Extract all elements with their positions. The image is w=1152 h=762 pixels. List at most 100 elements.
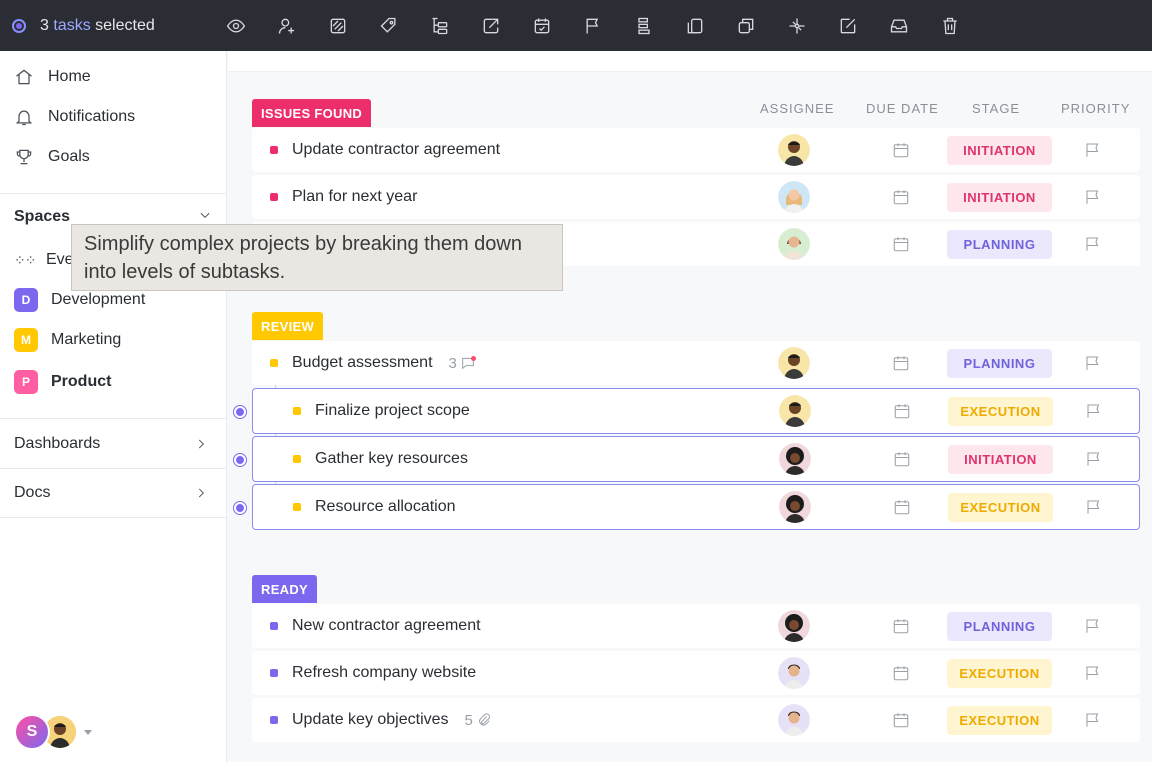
table-row[interactable]: Finalize project scope EXECUTION [252, 388, 1140, 434]
edit-icon[interactable] [836, 14, 860, 38]
flag-icon[interactable] [1084, 617, 1102, 635]
task-name[interactable]: Gather key resources [315, 450, 468, 468]
stage-badge[interactable]: PLANNING [947, 349, 1052, 378]
calendar-icon[interactable] [893, 498, 911, 516]
status-badge[interactable]: READY [252, 575, 318, 603]
flag-icon[interactable] [1084, 354, 1102, 372]
flag-icon[interactable] [1085, 498, 1103, 516]
table-row[interactable]: Budget assessment 3 PLANNING [252, 341, 1140, 385]
stage-badge[interactable]: INITIATION [947, 183, 1052, 212]
table-row[interactable]: New contractor agreement PLANNING [252, 604, 1140, 648]
avatar[interactable] [778, 228, 810, 260]
column-header-priority[interactable]: PRIORITY [1061, 101, 1130, 116]
sidebar-item-home[interactable]: Home [0, 57, 226, 97]
calendar-icon[interactable] [892, 711, 910, 729]
table-row[interactable]: Gather key resources INITIATION [252, 436, 1140, 482]
table-row[interactable]: Update key objectives 5 EXECUTION [252, 698, 1140, 742]
comment-count[interactable]: 3 [449, 355, 476, 372]
sidebar-item-product[interactable]: P Product [0, 362, 226, 402]
row-select-radio[interactable] [233, 501, 247, 515]
flag-icon[interactable] [1084, 188, 1102, 206]
flag-icon[interactable] [1085, 402, 1103, 420]
eye-icon[interactable] [224, 14, 248, 38]
calendar-icon[interactable] [892, 141, 910, 159]
task-list: ASSIGNEE DUE DATE STAGE PRIORITY ISSUES … [228, 51, 1152, 762]
flag-icon[interactable] [1084, 141, 1102, 159]
sidebar-item-docs[interactable]: Docs [0, 468, 226, 518]
avatar[interactable] [779, 443, 811, 475]
calendar-icon[interactable] [892, 235, 910, 253]
avatar[interactable] [778, 610, 810, 642]
duplicate-icon[interactable] [683, 14, 707, 38]
copy-icon[interactable] [734, 14, 758, 38]
sidebar-item-label: Product [51, 373, 112, 390]
task-name[interactable]: Finalize project scope [315, 402, 470, 420]
task-name[interactable]: New contractor agreement [292, 617, 481, 635]
user-menu[interactable]: S [14, 714, 92, 750]
avatar[interactable] [778, 347, 810, 379]
table-row[interactable]: Resource allocation EXECUTION [252, 484, 1140, 530]
move-icon[interactable] [479, 14, 503, 38]
calendar-icon[interactable] [892, 354, 910, 372]
task-name[interactable]: Plan for next year [292, 188, 417, 206]
tag-icon[interactable] [326, 14, 350, 38]
calendar-icon[interactable] [892, 188, 910, 206]
flag-icon[interactable] [1084, 664, 1102, 682]
status-badge[interactable]: ISSUES FOUND [252, 99, 372, 127]
calendar-check-icon[interactable] [530, 14, 554, 38]
subtask-tree-icon[interactable] [428, 14, 452, 38]
table-row[interactable]: Plan for next year INITIATION [252, 175, 1140, 219]
sidebar-item-marketing[interactable]: M Marketing [0, 320, 226, 360]
avatar[interactable] [778, 134, 810, 166]
sidebar-item-label: Home [48, 68, 91, 85]
flag-icon[interactable] [1084, 235, 1102, 253]
avatar[interactable] [779, 491, 811, 523]
task-name[interactable]: Resource allocation [315, 498, 456, 516]
sidebar-item-dashboards[interactable]: Dashboards [0, 418, 226, 468]
sidebar-item-goals[interactable]: Goals [0, 137, 226, 177]
flag-icon[interactable] [1084, 711, 1102, 729]
avatar[interactable] [778, 704, 810, 736]
column-header-assignee[interactable]: ASSIGNEE [760, 101, 834, 116]
selection-indicator[interactable]: 3 tasks selected [12, 17, 222, 35]
avatar[interactable] [778, 657, 810, 689]
stage-badge[interactable]: EXECUTION [947, 706, 1052, 735]
task-name[interactable]: Update key objectives [292, 711, 449, 729]
assign-user-icon[interactable] [275, 14, 299, 38]
priority-stack-icon[interactable] [632, 14, 656, 38]
row-select-radio[interactable] [233, 405, 247, 419]
stage-badge[interactable]: EXECUTION [947, 659, 1052, 688]
stage-badge[interactable]: EXECUTION [948, 397, 1053, 426]
archive-icon[interactable] [887, 14, 911, 38]
flag-icon[interactable] [1085, 450, 1103, 468]
status-badge[interactable]: REVIEW [252, 312, 324, 340]
task-name[interactable]: Update contractor agreement [292, 141, 500, 159]
row-select-radio[interactable] [233, 453, 247, 467]
task-name[interactable]: Refresh company website [292, 664, 476, 682]
task-name[interactable]: Budget assessment [292, 354, 433, 372]
calendar-icon[interactable] [893, 402, 911, 420]
stage-badge[interactable]: PLANNING [947, 230, 1052, 259]
stage-badge[interactable]: EXECUTION [948, 493, 1053, 522]
table-row[interactable]: Update contractor agreement INITIATION [252, 128, 1140, 172]
selection-count-text: 3 tasks selected [40, 16, 155, 34]
column-header-due-date[interactable]: DUE DATE [866, 101, 939, 116]
column-header-stage[interactable]: STAGE [972, 101, 1020, 116]
dependency-icon[interactable] [785, 14, 809, 38]
stage-badge[interactable]: PLANNING [947, 612, 1052, 641]
flag-icon[interactable] [581, 14, 605, 38]
chevron-right-icon [198, 439, 204, 448]
calendar-icon[interactable] [893, 450, 911, 468]
calendar-icon[interactable] [892, 617, 910, 635]
sidebar-item-notifications[interactable]: Notifications [0, 97, 226, 137]
selection-radio-icon[interactable] [12, 18, 26, 33]
avatar[interactable] [778, 181, 810, 213]
stage-badge[interactable]: INITIATION [948, 445, 1053, 474]
table-row[interactable]: Refresh company website EXECUTION [252, 651, 1140, 695]
attachment-count[interactable]: 5 [465, 712, 492, 729]
stage-badge[interactable]: INITIATION [947, 136, 1052, 165]
avatar[interactable] [779, 395, 811, 427]
trash-icon[interactable] [938, 14, 962, 38]
calendar-icon[interactable] [892, 664, 910, 682]
label-icon[interactable] [377, 14, 401, 38]
